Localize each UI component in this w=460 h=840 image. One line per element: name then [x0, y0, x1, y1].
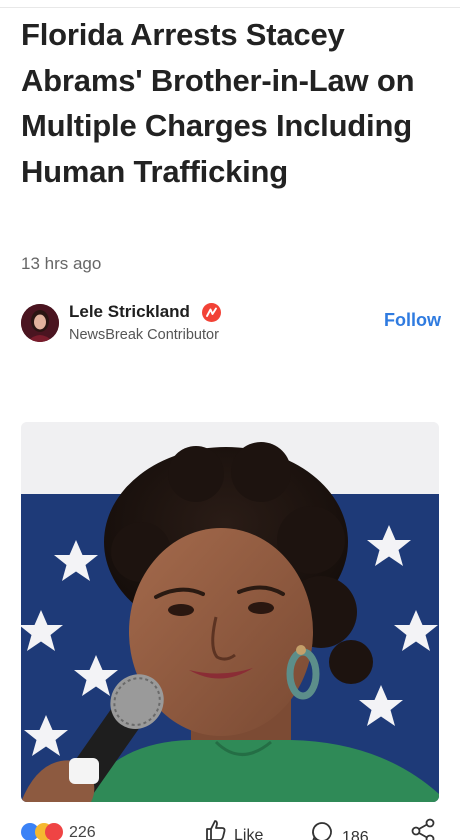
reaction-icons[interactable]	[20, 818, 64, 840]
like-button[interactable]: Like	[204, 818, 263, 840]
top-divider	[0, 0, 460, 8]
author-row: Lele Strickland NewsBreak Contributor Fo…	[21, 300, 441, 344]
reaction-count: 226	[69, 824, 96, 840]
share-icon[interactable]	[410, 818, 436, 840]
author-role: NewsBreak Contributor	[69, 327, 219, 343]
comment-count: 186	[342, 828, 369, 840]
thumbs-up-icon	[204, 818, 228, 840]
article-headline: Florida Arrests Stacey Abrams' Brother-i…	[21, 17, 415, 189]
comment-button[interactable]: 186	[310, 820, 369, 840]
author-avatar[interactable]	[21, 304, 59, 342]
article-timestamp: 13 hrs ago	[21, 254, 102, 273]
comment-icon	[310, 820, 334, 840]
article-photo[interactable]	[21, 422, 439, 802]
newsbreak-verified-icon	[202, 303, 221, 322]
author-name[interactable]: Lele Strickland	[69, 302, 190, 322]
like-label: Like	[234, 827, 264, 840]
action-bar: 226 Like 186	[0, 812, 460, 840]
follow-button[interactable]: Follow	[384, 310, 441, 331]
